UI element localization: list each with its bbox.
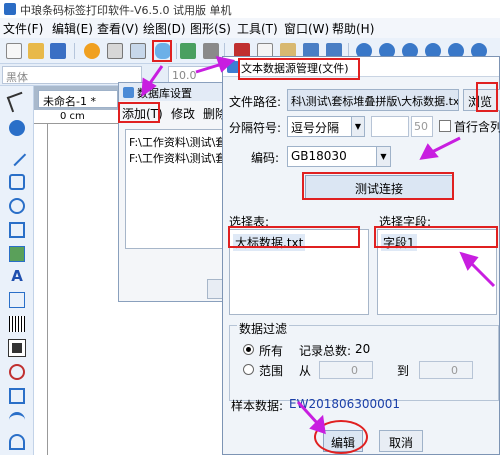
arrow-head-icon bbox=[419, 143, 439, 160]
arrow-to-edit-button bbox=[296, 400, 320, 426]
arrow-to-test-button bbox=[431, 136, 461, 154]
arrow-to-field-list bbox=[468, 260, 496, 288]
arrow-head-icon bbox=[215, 55, 236, 73]
annotation-arrows bbox=[141, 55, 496, 435]
arrow-to-dialog-title bbox=[195, 62, 223, 74]
